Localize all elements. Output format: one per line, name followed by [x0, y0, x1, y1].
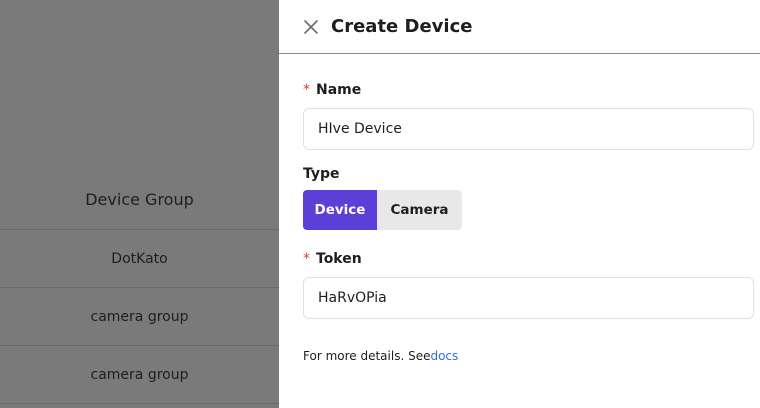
- close-icon[interactable]: [303, 19, 319, 35]
- docs-link[interactable]: docs: [430, 349, 458, 363]
- token-input[interactable]: [303, 277, 754, 319]
- table-row: DotKato: [0, 230, 279, 288]
- table-header-device-group: Device Group: [0, 170, 279, 230]
- background-overlay[interactable]: Device Group DotKato camera group camera…: [0, 0, 279, 408]
- type-label: Type: [303, 164, 754, 184]
- type-option-camera[interactable]: Camera: [377, 190, 462, 230]
- token-label-text: Token: [316, 251, 362, 267]
- type-segmented-control: Device Camera: [303, 190, 462, 230]
- drawer-title: Create Device: [331, 16, 473, 37]
- table-row: camera group: [0, 288, 279, 346]
- create-device-form: * Name Type Device Camera * Token For mo…: [279, 80, 760, 363]
- docs-hint: For more details. Seedocs: [303, 349, 754, 363]
- table-row: camera group: [0, 346, 279, 404]
- required-mark: *: [303, 251, 310, 267]
- name-label-text: Name: [316, 82, 362, 98]
- name-input[interactable]: [303, 108, 754, 150]
- drawer-header: Create Device: [279, 0, 760, 54]
- type-option-device[interactable]: Device: [303, 190, 377, 230]
- create-device-drawer: Create Device * Name Type Device Camera …: [279, 0, 760, 408]
- required-mark: *: [303, 82, 310, 98]
- device-group-table: Device Group DotKato camera group camera…: [0, 170, 279, 404]
- type-label-text: Type: [303, 166, 340, 182]
- token-label: * Token: [303, 249, 754, 269]
- hint-text: For more details. See: [303, 349, 431, 363]
- name-label: * Name: [303, 80, 754, 100]
